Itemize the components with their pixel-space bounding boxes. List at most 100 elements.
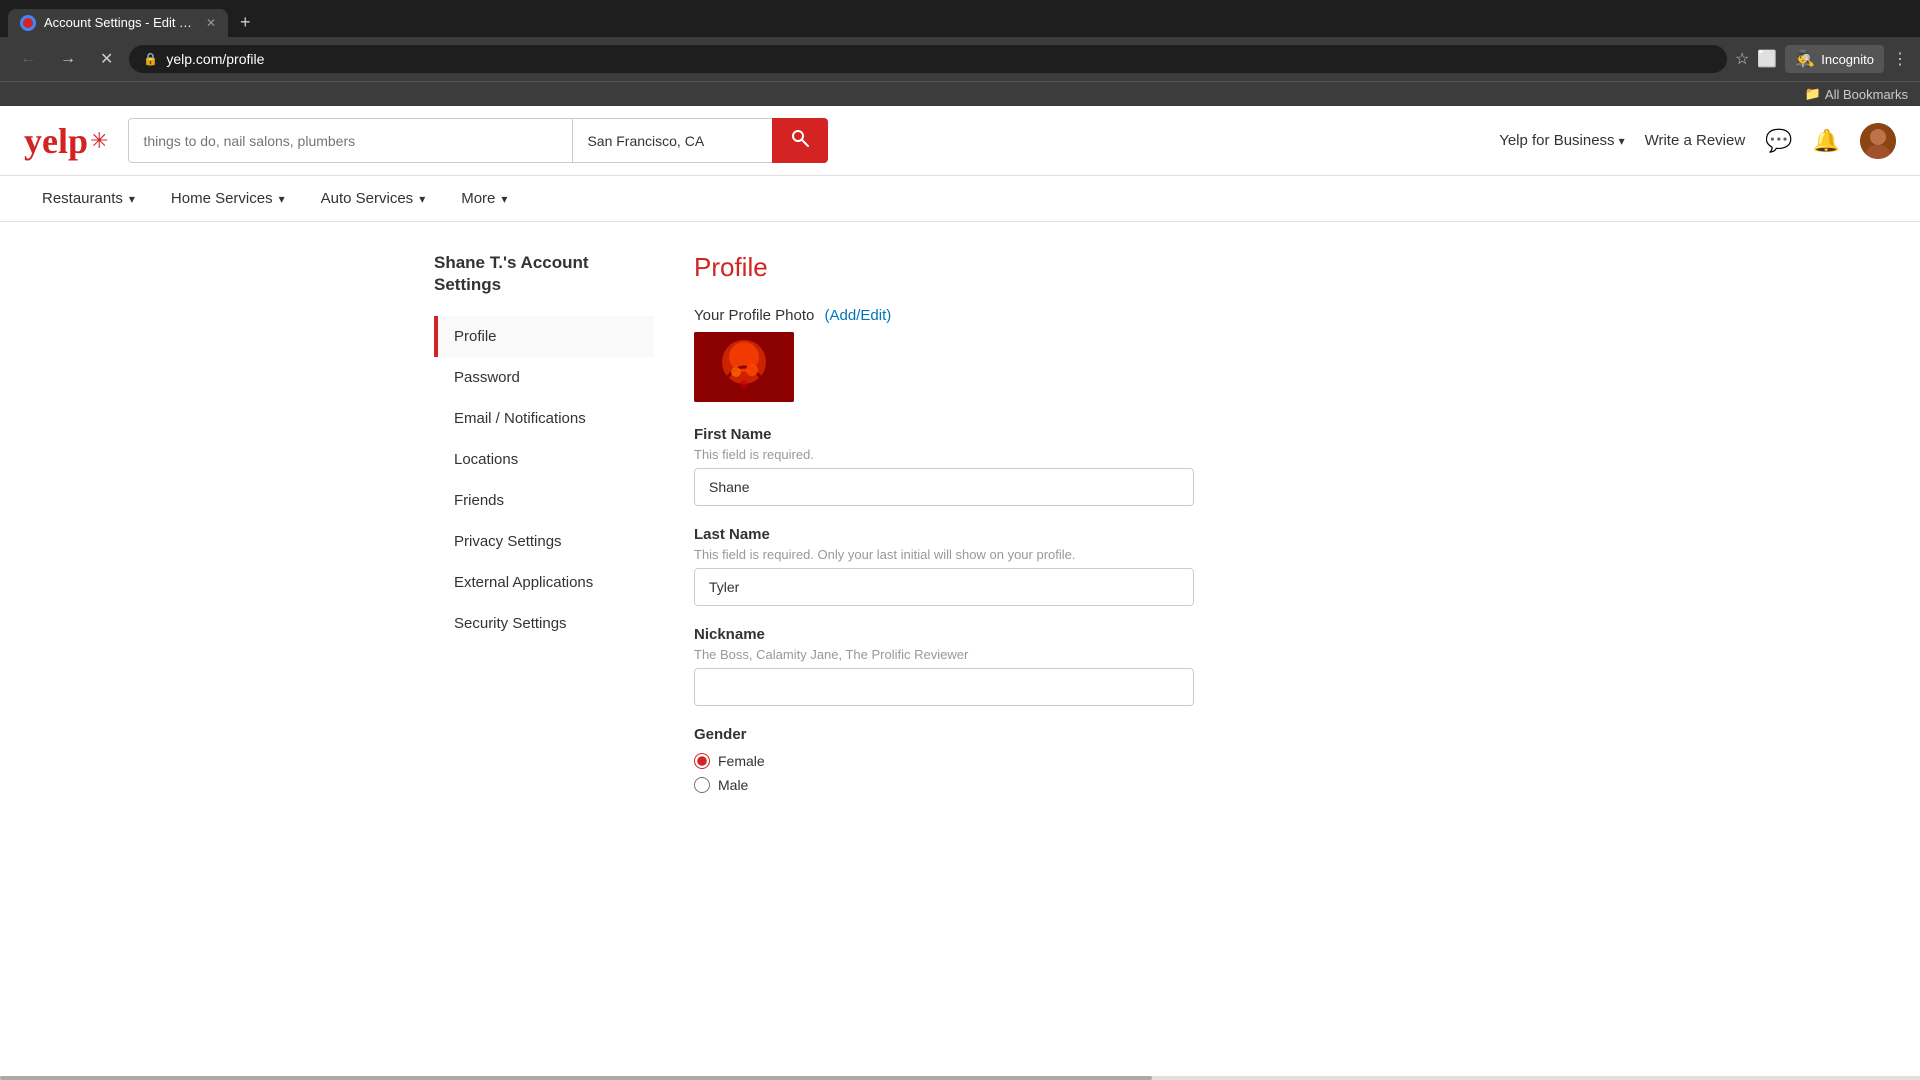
bookmarks-bar: 📁 All Bookmarks: [0, 81, 1920, 106]
nickname-hint: The Boss, Calamity Jane, The Prolific Re…: [694, 647, 1486, 662]
incognito-label: Incognito: [1821, 52, 1874, 67]
profile-content: Profile Your Profile Photo (Add/Edit): [694, 252, 1486, 813]
active-tab[interactable]: Account Settings - Edit Your Pr... ✕: [8, 9, 228, 37]
nav-home-services[interactable]: Home Services ▾: [153, 176, 303, 221]
nav-home-services-label: Home Services: [171, 190, 273, 207]
nickname-input[interactable]: [694, 668, 1194, 706]
nav-auto-services-label: Auto Services: [321, 190, 414, 207]
gender-male-radio[interactable]: [694, 777, 710, 793]
logo-burst-icon: ✳: [90, 128, 108, 154]
incognito-badge: 🕵 Incognito: [1785, 45, 1884, 73]
forward-button[interactable]: →: [52, 46, 84, 72]
notifications-icon[interactable]: 🔔: [1813, 128, 1840, 154]
sidebar-link-external-applications[interactable]: External Applications: [438, 562, 654, 603]
tab-close-button[interactable]: ✕: [206, 16, 216, 30]
scroll-thumb[interactable]: [0, 1076, 1152, 1080]
sidebar-link-privacy-settings[interactable]: Privacy Settings: [438, 521, 654, 562]
bookmarks-label: All Bookmarks: [1825, 87, 1908, 102]
sidebar-item-friends[interactable]: Friends: [434, 480, 654, 521]
gender-male-label: Male: [718, 777, 748, 793]
sidebar-nav: Profile Password Email / Notifications L…: [434, 316, 654, 644]
sidebar-link-security-settings[interactable]: Security Settings: [438, 603, 654, 644]
gender-group: Gender Female Male: [694, 726, 1486, 793]
sidebar-link-locations[interactable]: Locations: [438, 439, 654, 480]
header-actions: Yelp for Business ▾ Write a Review 💬 🔔: [1499, 123, 1896, 159]
nav-home-services-chevron: ▾: [279, 192, 285, 206]
bookmarks-folder[interactable]: 📁 All Bookmarks: [1805, 86, 1908, 102]
sidebar: Shane T.'s Account Settings Profile Pass…: [434, 252, 654, 813]
site-header: yelp ✳ Yelp for Business ▾ Write a Revie…: [0, 106, 1920, 176]
sidebar-link-profile[interactable]: Profile: [438, 316, 654, 357]
tab-title: Account Settings - Edit Your Pr...: [44, 15, 194, 30]
nav-more-chevron: ▾: [501, 192, 507, 206]
nickname-group: Nickname The Boss, Calamity Jane, The Pr…: [694, 626, 1486, 706]
sidebar-item-password[interactable]: Password: [434, 357, 654, 398]
tab-favicon: [20, 15, 36, 31]
back-button[interactable]: ←: [12, 46, 44, 72]
profile-heading: Profile: [694, 252, 1486, 283]
account-settings-title: Shane T.'s Account Settings: [434, 252, 654, 296]
sidebar-item-security-settings[interactable]: Security Settings: [434, 603, 654, 644]
last-name-group: Last Name This field is required. Only y…: [694, 526, 1486, 606]
nav-auto-services[interactable]: Auto Services ▾: [303, 176, 444, 221]
yelp-for-business-link[interactable]: Yelp for Business ▾: [1499, 132, 1624, 149]
new-tab-button[interactable]: +: [232, 8, 259, 37]
last-name-label: Last Name: [694, 526, 1486, 543]
sidebar-item-email-notifications[interactable]: Email / Notifications: [434, 398, 654, 439]
user-avatar[interactable]: [1860, 123, 1896, 159]
nickname-label: Nickname: [694, 626, 1486, 643]
browser-chrome: Account Settings - Edit Your Pr... ✕ + ←…: [0, 0, 1920, 106]
nav-bar: Restaurants ▾ Home Services ▾ Auto Servi…: [0, 176, 1920, 222]
address-bar[interactable]: 🔒: [129, 45, 1727, 73]
sidebar-item-external-applications[interactable]: External Applications: [434, 562, 654, 603]
sidebar-link-email-notifications[interactable]: Email / Notifications: [438, 398, 654, 439]
first-name-hint: This field is required.: [694, 447, 1486, 462]
write-review-label: Write a Review: [1645, 132, 1746, 149]
sidebar-item-privacy-settings[interactable]: Privacy Settings: [434, 521, 654, 562]
messages-icon[interactable]: 💬: [1765, 128, 1792, 154]
nav-restaurants-chevron: ▾: [129, 192, 135, 206]
write-review-link[interactable]: Write a Review: [1645, 132, 1746, 149]
profile-photo-edit-link[interactable]: (Add/Edit): [825, 307, 892, 324]
first-name-input[interactable]: [694, 468, 1194, 506]
search-button[interactable]: [772, 118, 828, 163]
browser-toolbar: ← → ✕ 🔒 ☆ ⬜ 🕵 Incognito ⋮: [0, 37, 1920, 81]
profile-photo-section: Your Profile Photo (Add/Edit): [694, 307, 1486, 402]
search-what-input[interactable]: [128, 118, 572, 163]
search-where-input[interactable]: [572, 118, 772, 163]
yelp-for-business-label: Yelp for Business: [1499, 132, 1614, 149]
profile-photo-image[interactable]: [694, 332, 794, 402]
scrollbar[interactable]: [0, 1076, 1920, 1080]
nav-more[interactable]: More ▾: [443, 176, 525, 221]
yelp-logo[interactable]: yelp ✳: [24, 120, 108, 162]
sidebar-link-friends[interactable]: Friends: [438, 480, 654, 521]
secure-icon: 🔒: [143, 52, 158, 66]
last-name-input[interactable]: [694, 568, 1194, 606]
profile-photo-label-text: Your Profile Photo: [694, 307, 814, 324]
browser-tabs: Account Settings - Edit Your Pr... ✕ +: [0, 0, 1920, 37]
gender-female-radio[interactable]: [694, 753, 710, 769]
gender-label: Gender: [694, 726, 1486, 743]
yelp-for-business-chevron: ▾: [1619, 134, 1625, 148]
folder-icon: 📁: [1805, 86, 1821, 102]
bookmark-star-icon[interactable]: ☆: [1735, 49, 1749, 69]
toolbar-actions: ☆ ⬜ 🕵 Incognito ⋮: [1735, 45, 1908, 73]
first-name-group: First Name This field is required.: [694, 426, 1486, 506]
sidebar-item-profile[interactable]: Profile: [434, 316, 654, 357]
extension-icon[interactable]: ⬜: [1757, 49, 1777, 69]
sidebar-link-password[interactable]: Password: [438, 357, 654, 398]
gender-female-option[interactable]: Female: [694, 753, 1486, 769]
profile-photo-svg: [694, 332, 794, 402]
nav-restaurants[interactable]: Restaurants ▾: [24, 176, 153, 221]
gender-male-option[interactable]: Male: [694, 777, 1486, 793]
last-name-hint: This field is required. Only your last i…: [694, 547, 1486, 562]
nav-restaurants-label: Restaurants: [42, 190, 123, 207]
sidebar-item-locations[interactable]: Locations: [434, 439, 654, 480]
menu-icon[interactable]: ⋮: [1892, 49, 1908, 69]
reload-button[interactable]: ✕: [92, 45, 121, 73]
address-input[interactable]: [166, 51, 1713, 67]
search-form: [128, 118, 828, 163]
main-content: Shane T.'s Account Settings Profile Pass…: [410, 252, 1510, 813]
nav-more-label: More: [461, 190, 495, 207]
profile-photo-label: Your Profile Photo (Add/Edit): [694, 307, 1486, 324]
